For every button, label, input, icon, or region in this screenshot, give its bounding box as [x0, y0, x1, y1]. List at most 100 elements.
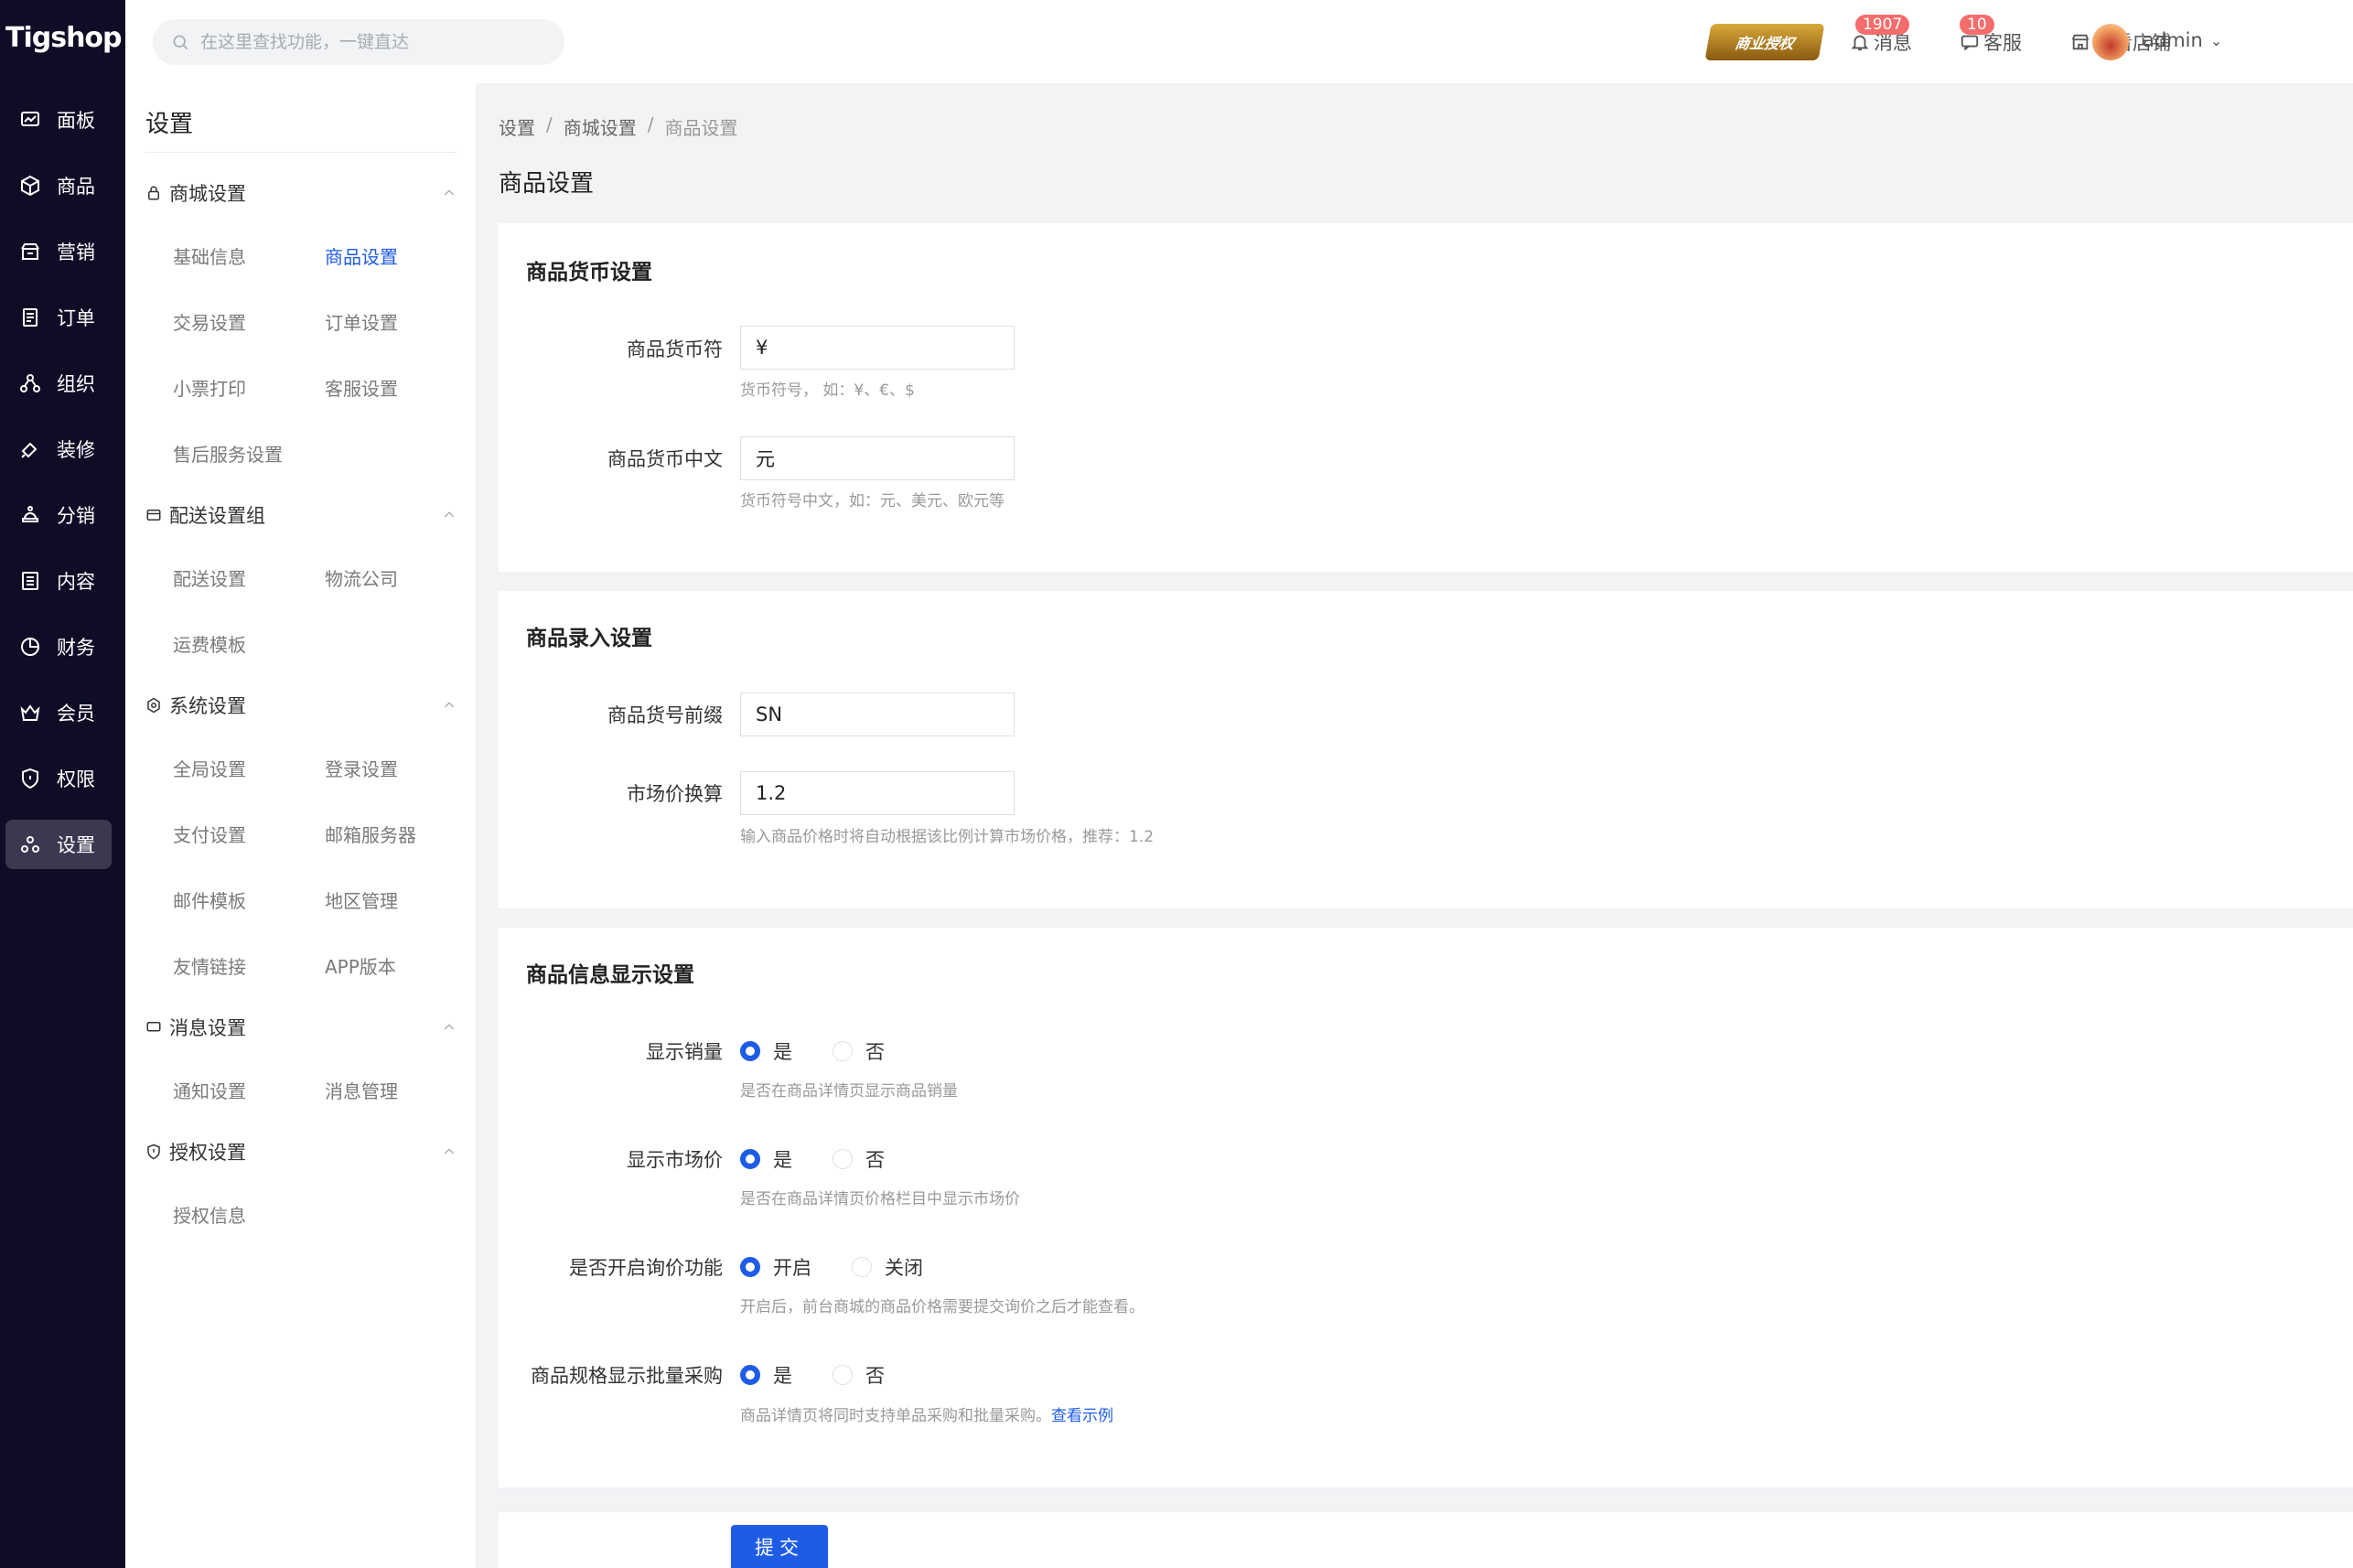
top-bar: 商业授权 消息 1907 客服 10 查看店铺 admin ⌄	[125, 0, 2353, 83]
group-label: 授权设置	[169, 1142, 246, 1164]
avatar[interactable]	[2092, 24, 2129, 60]
submenu-item-trade[interactable]: 交易设置	[173, 308, 246, 335]
breadcrumb-separator: /	[647, 113, 654, 135]
submenu-item-mail-server[interactable]: 邮箱服务器	[325, 821, 416, 847]
submenu-item-goods-settings[interactable]: 商品设置	[325, 242, 398, 269]
submenu-item-app-version[interactable]: APP版本	[325, 952, 396, 979]
submenu-item-service[interactable]: 客服设置	[325, 374, 398, 401]
group-system[interactable]: 系统设置	[145, 689, 457, 722]
submenu-item-region[interactable]: 地区管理	[325, 886, 398, 913]
breadcrumb-item[interactable]: 商城设置	[564, 113, 637, 140]
group-label: 配送设置组	[169, 505, 265, 527]
show-market-price-label: 显示市场价	[627, 1149, 723, 1171]
nav-item-settings[interactable]: 设置	[5, 820, 112, 869]
nav-item-dashboard[interactable]: 面板	[5, 95, 112, 145]
nav-item-decoration[interactable]: 装修	[5, 424, 112, 474]
inquiry-label: 是否开启询价功能	[569, 1257, 723, 1279]
show-sales-no-radio[interactable]: 否	[833, 1037, 885, 1065]
nav-label: 内容	[57, 571, 95, 593]
market-ratio-hint: 输入商品价格时将自动根据该比例计算市场价格，推荐：1.2	[740, 828, 1155, 846]
order-icon	[16, 304, 44, 331]
group-mall-settings[interactable]: 商城设置	[145, 177, 457, 209]
license-badge[interactable]: 商业授权	[1704, 24, 1825, 60]
market-ratio-input[interactable]	[740, 771, 1015, 815]
inquiry-hint: 开启后，前台商城的商品价格需要提交询价之后才能查看。	[740, 1298, 1144, 1316]
nav-label: 组织	[57, 373, 95, 395]
currency-cn-input[interactable]	[740, 436, 1015, 480]
show-market-no-radio[interactable]: 否	[833, 1145, 885, 1173]
submenu-item-receipt[interactable]: 小票打印	[173, 374, 246, 401]
show-market-yes-radio[interactable]: 是	[740, 1145, 792, 1173]
currency-symbol-input[interactable]	[740, 326, 1015, 370]
show-sales-yes-radio[interactable]: 是	[740, 1037, 792, 1065]
nav-item-marketing[interactable]: 营销	[5, 227, 112, 276]
store-icon	[2071, 34, 2090, 50]
nav-label: 会员	[57, 703, 95, 725]
radio-label: 关闭	[885, 1257, 923, 1279]
submenu-item-mail-template[interactable]: 邮件模板	[173, 886, 246, 913]
org-icon	[16, 370, 44, 397]
submenu-title: 设置	[145, 111, 194, 138]
submenu-item-delivery[interactable]: 配送设置	[173, 564, 246, 591]
section-title: 商品信息显示设置	[526, 963, 694, 987]
submenu-item-aftersale[interactable]: 售后服务设置	[173, 440, 283, 467]
submenu-item-payment[interactable]: 支付设置	[173, 821, 246, 847]
submenu-item-basic[interactable]: 基础信息	[173, 242, 246, 269]
radio-empty-icon	[852, 1257, 872, 1277]
group-label: 消息设置	[169, 1017, 246, 1039]
bulk-no-radio[interactable]: 否	[833, 1361, 885, 1389]
submenu-item-logistics[interactable]: 物流公司	[325, 564, 398, 591]
currency-cn-hint: 货币符号中文，如：元、美元、欧元等	[740, 492, 1005, 510]
brand-logo[interactable]: Tigshop	[5, 22, 123, 54]
radio-label: 开启	[773, 1257, 811, 1279]
search-input[interactable]	[200, 32, 548, 52]
market-ratio-label: 市场价换算	[627, 783, 723, 805]
gear-icon	[147, 697, 160, 714]
submenu-item-license-info[interactable]: 授权信息	[173, 1201, 246, 1228]
submenu-item-notify[interactable]: 通知设置	[173, 1077, 246, 1103]
shield-icon	[147, 1144, 160, 1160]
messages-badge: 1907	[1855, 15, 1910, 35]
service-button[interactable]: 客服 10	[1960, 15, 2022, 59]
submenu-item-global[interactable]: 全局设置	[173, 755, 246, 781]
nav-item-permission[interactable]: 权限	[5, 754, 112, 803]
nav-label: 营销	[57, 242, 95, 263]
nav-item-distribution[interactable]: 分销	[5, 490, 112, 540]
inquiry-off-radio[interactable]: 关闭	[852, 1253, 923, 1281]
radio-checked-icon	[740, 1149, 760, 1169]
submit-button[interactable]: 提交	[731, 1525, 828, 1568]
section-title: 商品录入设置	[526, 627, 652, 650]
submenu-item-links[interactable]: 友情链接	[173, 952, 246, 979]
breadcrumb-item[interactable]: 设置	[499, 113, 535, 140]
nav-item-goods[interactable]: 商品	[5, 161, 112, 210]
bulk-yes-radio[interactable]: 是	[740, 1361, 792, 1389]
nav-item-org[interactable]: 组织	[5, 359, 112, 408]
nav-label: 商品	[57, 176, 95, 198]
nav-label: 财务	[57, 637, 95, 659]
submenu-item-freight[interactable]: 运费模板	[173, 630, 246, 657]
nav-item-orders[interactable]: 订单	[5, 293, 112, 342]
nav-item-content[interactable]: 内容	[5, 556, 112, 606]
view-example-link[interactable]: 查看示例	[1051, 1407, 1113, 1425]
nav-label: 装修	[57, 439, 95, 461]
user-menu[interactable]: admin ⌄	[2143, 29, 2222, 51]
submenu-item-login[interactable]: 登录设置	[325, 755, 398, 781]
sn-prefix-input[interactable]	[740, 693, 1015, 736]
group-license[interactable]: 授权设置	[145, 1135, 457, 1168]
nav-item-member[interactable]: 会员	[5, 688, 112, 737]
nav-item-finance[interactable]: 财务	[5, 622, 112, 671]
submenu-item-order[interactable]: 订单设置	[325, 308, 398, 335]
divider	[145, 152, 457, 153]
inquiry-on-radio[interactable]: 开启	[740, 1253, 811, 1281]
group-message[interactable]: 消息设置	[145, 1011, 457, 1044]
global-search[interactable]	[153, 19, 564, 65]
finance-icon	[16, 633, 44, 660]
nav-label: 面板	[57, 110, 95, 132]
submenu-item-message-manage[interactable]: 消息管理	[325, 1077, 398, 1103]
chevron-down-icon: ⌄	[2209, 31, 2223, 49]
radio-empty-icon	[833, 1365, 853, 1385]
breadcrumb: 设置 / 商城设置 / 商品设置	[499, 113, 738, 140]
chevron-up-icon	[444, 511, 455, 518]
messages-button[interactable]: 消息 1907	[1850, 15, 1912, 59]
group-delivery[interactable]: 配送设置组	[145, 499, 457, 532]
